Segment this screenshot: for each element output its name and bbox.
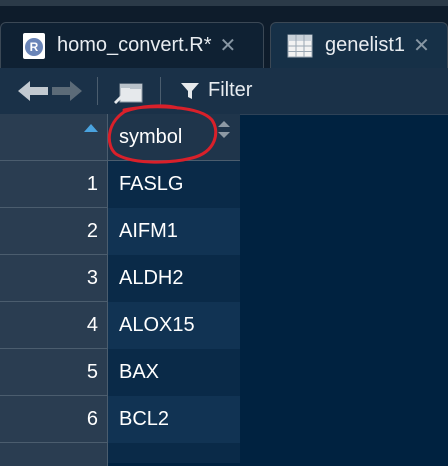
close-icon[interactable]: ✕ xyxy=(413,33,430,58)
table-cell-symbol[interactable]: ALOX15 xyxy=(108,302,240,349)
r-file-icon: R xyxy=(23,32,45,59)
filter-funnel-icon xyxy=(181,82,199,99)
row-number: 5 xyxy=(0,349,108,396)
row-number: 1 xyxy=(0,161,108,208)
table-cell-symbol[interactable]: AIFM1 xyxy=(108,208,240,255)
table-row-partial xyxy=(108,443,240,463)
table-cell-symbol[interactable]: ALDH2 xyxy=(108,255,240,302)
table-cell-symbol[interactable]: BCL2 xyxy=(108,396,240,443)
tab-genelist1[interactable]: genelist1 ✕ xyxy=(270,22,448,68)
tab-strip: R homo_convert.R* ✕ genelist1 ✕ xyxy=(0,0,448,68)
tab-homo-convert[interactable]: R homo_convert.R* ✕ xyxy=(0,22,264,68)
popout-window-icon[interactable] xyxy=(112,78,144,104)
filter-button[interactable]: Filter xyxy=(180,79,252,102)
close-icon[interactable]: ✕ xyxy=(220,33,237,58)
r-badge: R xyxy=(25,37,43,56)
row-number: 4 xyxy=(0,302,108,349)
forward-arrow-icon[interactable] xyxy=(52,80,82,102)
sort-toggle-icon[interactable] xyxy=(218,121,230,139)
column-header-symbol[interactable]: symbol xyxy=(108,114,240,161)
toolbar-separator xyxy=(160,77,161,105)
toolbar-separator xyxy=(97,77,98,105)
table-cell-symbol[interactable]: BAX xyxy=(108,349,240,396)
viewer-toolbar: Filter xyxy=(0,68,448,115)
row-number: 6 xyxy=(0,396,108,443)
sort-ascending-icon xyxy=(84,124,98,132)
tab-label: genelist1 xyxy=(325,34,406,56)
column-header-label: symbol xyxy=(119,125,183,148)
table-cell-symbol[interactable]: FASLG xyxy=(108,161,240,208)
tab-label: homo_convert.R* xyxy=(57,34,212,56)
table-grid-icon xyxy=(287,34,313,57)
row-header-corner xyxy=(0,114,108,161)
window-top-border xyxy=(0,0,448,6)
filter-label: Filter xyxy=(208,79,253,101)
row-number: 2 xyxy=(0,208,108,255)
back-arrow-icon[interactable] xyxy=(18,80,48,102)
row-number: 3 xyxy=(0,255,108,302)
